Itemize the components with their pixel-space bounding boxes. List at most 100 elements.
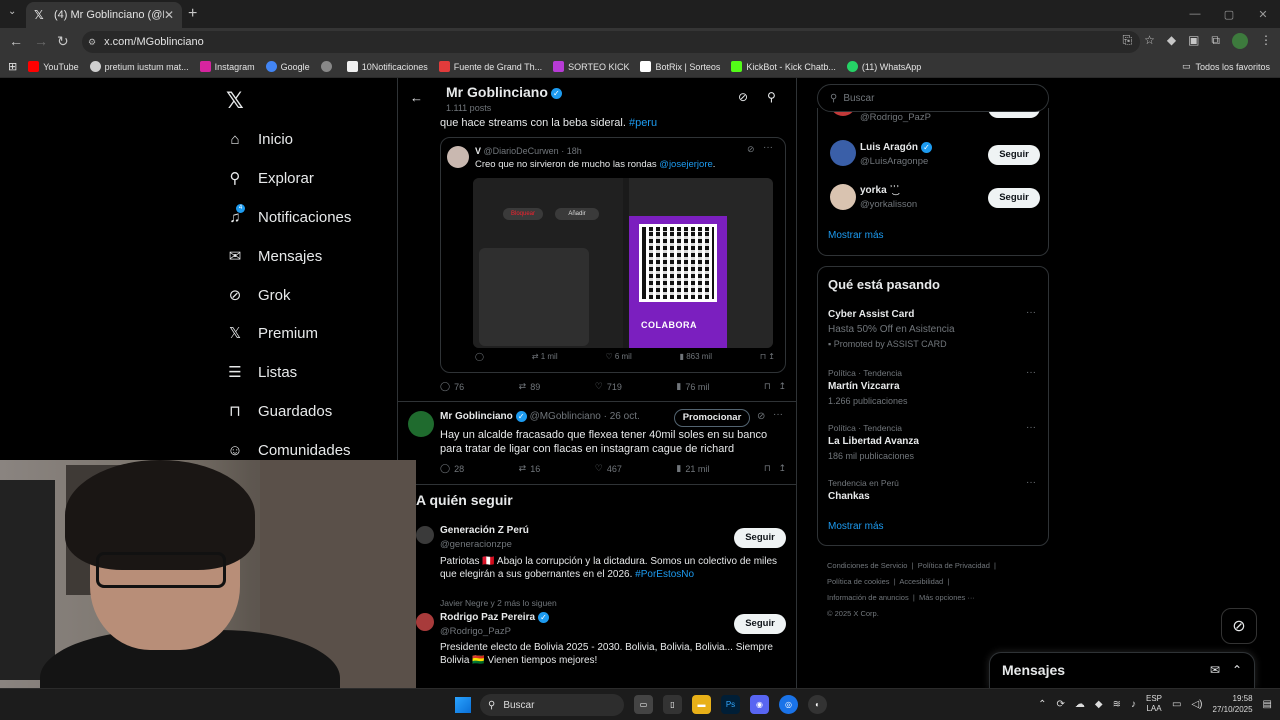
cloud-icon[interactable]: ☁ [1075,699,1085,710]
suggested-user-name[interactable]: Luis Aragón ✓ [860,142,932,153]
expand-icon[interactable]: ⌃ [1232,663,1242,677]
like-button[interactable]: ♡ 719 [595,381,622,392]
avatar[interactable] [830,140,856,166]
address-bar[interactable]: ⚙ x.com/MGoblinciano [82,31,1140,53]
suggested-user-name[interactable]: Rodrigo Paz Pereira ✓ [440,612,550,623]
browser-tab[interactable]: 𝕏 (4) Mr Goblinciano (@MGoblinc ✕ [26,2,182,28]
like-button[interactable]: ♡ 6 mil [605,352,631,361]
avatar[interactable] [830,184,856,210]
mic-icon[interactable]: ♪ [1131,699,1136,710]
reply-button[interactable]: ◯ 28 [440,463,464,474]
bookmark-item[interactable]: YouTube [28,61,79,72]
back-icon[interactable]: ← [9,33,23,49]
footer-link[interactable]: Accesibilidad [899,577,943,586]
install-app-icon[interactable]: ⎘ [1122,33,1132,49]
quoted-tweet[interactable]: V @DiarioDeCurwen · 18h ⊘ ··· Creo que n… [440,137,786,373]
reload-icon[interactable]: ↻ [57,33,69,50]
more-icon[interactable]: ··· [1026,367,1036,378]
extensions-puzzle-icon[interactable]: ⧉ [1211,33,1220,49]
follow-button[interactable]: Seguir [988,188,1040,208]
bookmark-share-icon[interactable]: ⊓ ↥ [764,381,786,392]
avatar[interactable] [416,613,434,631]
notifications-icon[interactable]: ▤ [1263,699,1272,710]
clock[interactable]: 19:58 27/10/2025 [1213,693,1253,715]
sync-icon[interactable]: ⟳ [1057,699,1065,710]
retweet-button[interactable]: ⇄ 16 [519,463,541,474]
chrome-icon[interactable]: ◎ [779,695,798,714]
more-icon[interactable]: ··· [1026,477,1036,488]
bookmark-item[interactable]: Google [265,61,310,72]
avatar[interactable] [408,411,434,437]
more-icon[interactable]: ··· [763,142,773,153]
nav-item-grok[interactable]: ⊘ Grok [226,286,291,305]
file-explorer-icon[interactable]: ▬ [692,695,711,714]
bookmark-item[interactable] [320,61,336,72]
follow-button[interactable]: Seguir [734,614,786,634]
footer-link[interactable]: Más opciones ··· [919,593,975,602]
more-icon[interactable]: ··· [773,409,783,420]
taskbar-search[interactable]: ⚲ Buscar [480,694,624,716]
language-indicator[interactable]: ESP LAA [1146,694,1162,714]
hashtag-link[interactable]: #PorEstosNo [635,569,694,580]
nav-item-notificaciones[interactable]: ♫ 4 Notificaciones [226,204,351,226]
photoshop-icon[interactable]: Ps [721,695,740,714]
task-view-icon[interactable]: ▭ [634,695,653,714]
bookmark-item[interactable]: pretium iustum mat... [89,61,189,72]
views-button[interactable]: ▮ 863 mil [680,352,712,361]
star-icon[interactable]: ☆ [1144,33,1155,49]
promote-button[interactable]: Promocionar [674,409,750,427]
chevron-up-icon[interactable]: ⌃ [1038,699,1046,710]
new-message-icon[interactable]: ✉ [1210,663,1220,677]
back-arrow-icon[interactable]: ← [410,90,423,105]
reply-button[interactable]: ◯ 76 [440,381,464,392]
windows-start-icon[interactable] [455,697,471,713]
volume-icon[interactable]: ◁) [1191,699,1202,710]
nav-item-guardados[interactable]: ⊓ Guardados [226,402,332,421]
retweet-button[interactable]: ⇄ 1 mil [532,352,558,361]
grok-icon[interactable]: ⊘ [747,144,755,155]
bookmark-item[interactable]: Instagram [199,61,255,72]
app-icon[interactable]: ▯ [663,695,682,714]
trend-name[interactable]: Chankas [828,491,870,502]
bookmark-item[interactable]: 10Notificaciones [346,61,428,72]
menu-icon[interactable]: ⋮ [1260,33,1272,49]
show-more-link[interactable]: Mostrar más [828,521,884,532]
avatar[interactable] [416,526,434,544]
network-icon[interactable]: ◆ [1095,699,1103,710]
nav-item-mensajes[interactable]: ✉ Mensajes [226,247,323,266]
nav-item-listas[interactable]: ☰ Listas [226,363,297,382]
close-window-icon[interactable]: ✕ [1246,0,1280,28]
trend-name[interactable]: La Libertad Avanza [828,436,919,447]
follow-button[interactable]: Seguir [734,528,786,548]
extension-icon[interactable]: ◆ [1167,33,1176,49]
nav-item-comunidades[interactable]: ☺ Comunidades [226,441,350,459]
more-icon[interactable]: ··· [1026,307,1036,318]
nav-item-inicio[interactable]: ⌂ Inicio [226,130,293,148]
footer-link[interactable]: Política de Privacidad [918,561,990,570]
reply-icon[interactable]: ◯ [475,352,484,361]
tab-search-chevron-icon[interactable]: ⌄ [8,6,16,17]
footer-link[interactable]: Política de cookies [827,577,890,586]
site-info-icon[interactable]: ⚙ [88,37,96,48]
wifi-icon[interactable]: ≋ [1113,699,1121,710]
profile-avatar[interactable] [1232,33,1248,49]
mention-link[interactable]: @josejerjore [659,159,712,170]
search-input[interactable]: ⚲ Buscar [817,84,1049,112]
footer-link[interactable]: Información de anuncios [827,593,909,602]
close-tab-icon[interactable]: ✕ [164,8,174,22]
bookmark-item[interactable]: (11) WhatsApp [846,61,921,72]
apps-icon[interactable]: ⊞ [8,60,17,73]
new-tab-icon[interactable]: + [188,5,197,23]
bookmark-item[interactable]: SORTEO KICK [553,61,629,72]
bookmark-item[interactable]: BotRix | Sorteos [640,61,720,72]
x-logo-icon[interactable]: 𝕏 [226,88,244,114]
discord-icon[interactable]: ◉ [750,695,769,714]
hashtag-link[interactable]: #peru [629,117,657,129]
forward-icon[interactable]: → [34,33,48,49]
views-button[interactable]: ▮ 76 mil [676,381,709,392]
follow-button[interactable]: Seguir [988,145,1040,165]
grok-fab-button[interactable]: ⊘ [1221,608,1257,644]
suggested-user-name[interactable]: Generación Z Perú [440,525,529,536]
suggested-user-name[interactable]: yorka ʾ͜ʾʾ [860,185,899,196]
footer-link[interactable]: Condiciones de Servicio [827,561,907,570]
